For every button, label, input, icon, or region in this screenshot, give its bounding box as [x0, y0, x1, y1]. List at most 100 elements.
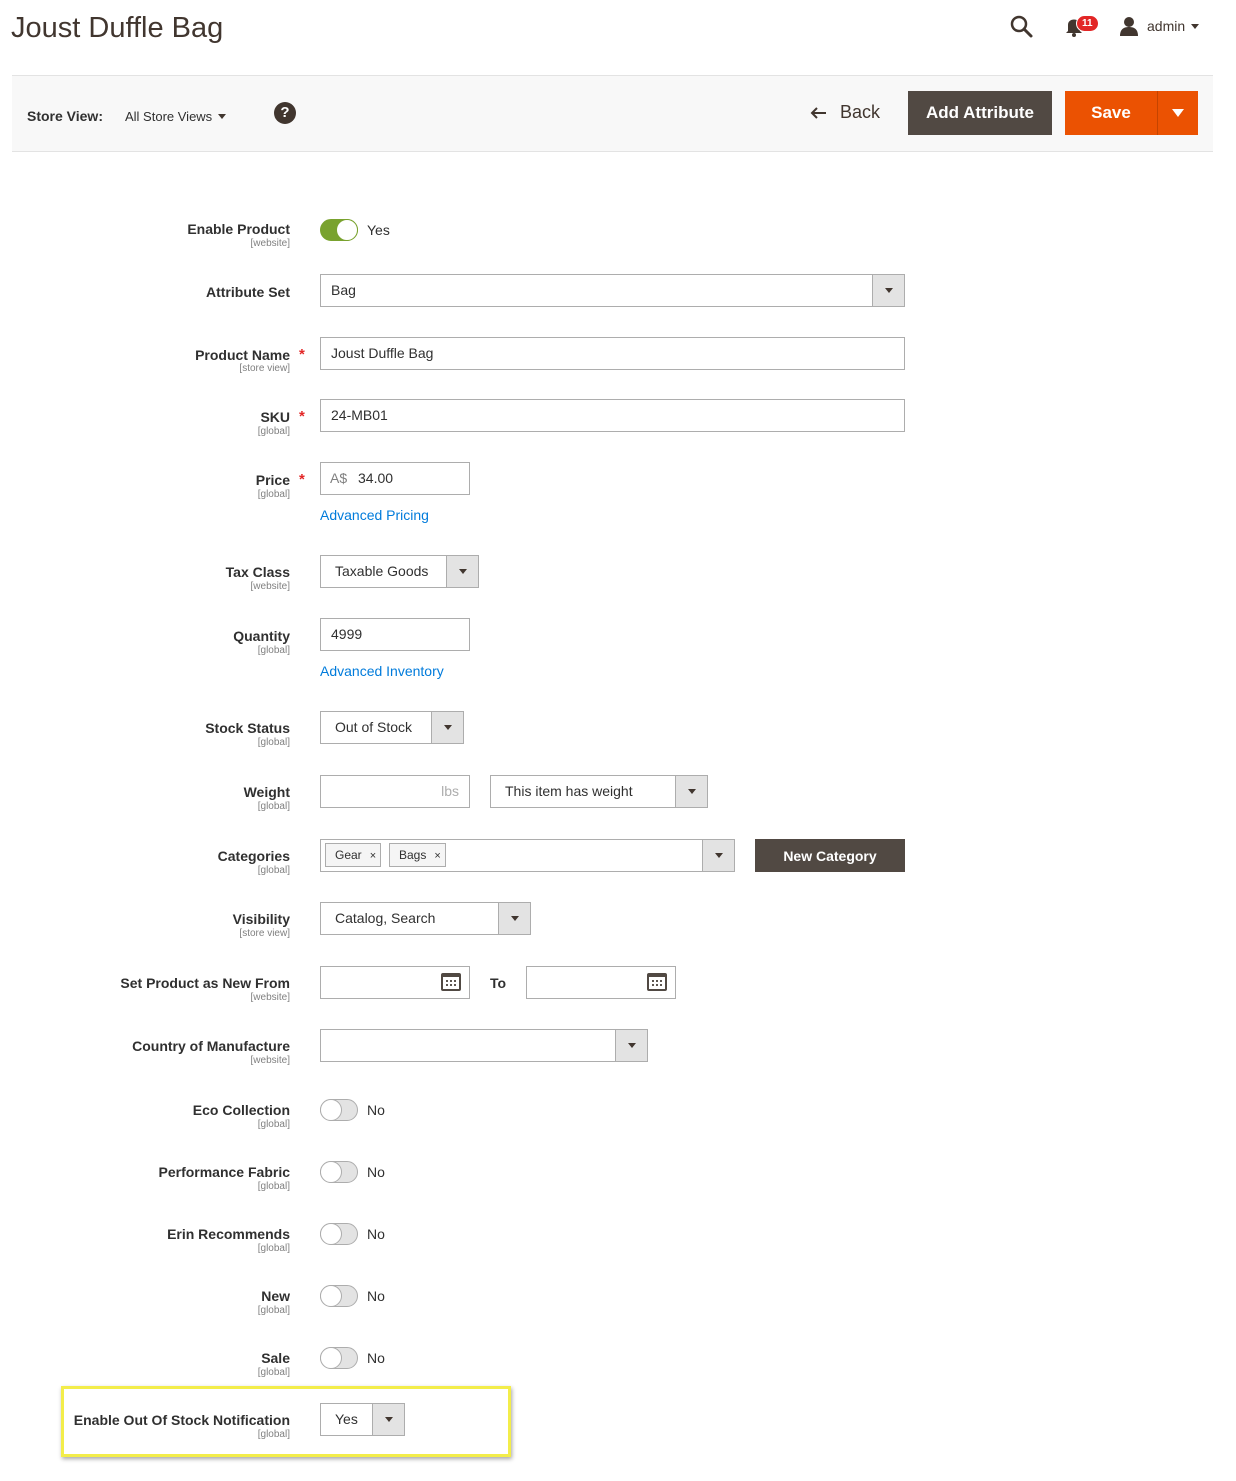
product-name-label: Product Name	[195, 347, 290, 363]
toggle-knob	[320, 1285, 342, 1307]
chevron-down-icon[interactable]	[702, 840, 734, 871]
stock-status-select[interactable]: Out of Stock	[320, 711, 464, 744]
back-arrow-icon[interactable]	[810, 106, 828, 120]
new-state: No	[367, 1288, 385, 1304]
currency-symbol: A$	[330, 470, 348, 486]
remove-tag-icon[interactable]: ×	[434, 850, 440, 862]
country-label: Country of Manufacture	[132, 1038, 290, 1054]
new-to-date-input[interactable]	[526, 966, 676, 999]
new-toggle[interactable]	[320, 1285, 358, 1307]
product-name-input[interactable]: Joust Duffle Bag	[320, 337, 905, 370]
out-of-stock-notification-select[interactable]: Yes	[320, 1403, 405, 1436]
chevron-down-icon[interactable]	[498, 903, 530, 934]
tax-class-label: Tax Class	[225, 564, 290, 580]
notifications-count-badge[interactable]: 11	[1076, 15, 1099, 32]
stock-status-label: Stock Status	[205, 720, 290, 736]
save-options-toggle[interactable]	[1157, 91, 1198, 135]
visibility-label: Visibility	[232, 911, 290, 927]
eco-collection-label: Eco Collection	[192, 1102, 290, 1118]
sku-scope: [global]	[257, 426, 290, 437]
eco-collection-toggle[interactable]	[320, 1099, 358, 1121]
category-tag-label: Bags	[399, 848, 427, 862]
tax-class-scope: [website]	[250, 581, 290, 592]
user-menu-chevron-down-icon[interactable]	[1191, 24, 1199, 29]
product-name-scope: [store view]	[239, 363, 290, 374]
advanced-pricing-link[interactable]: Advanced Pricing	[320, 507, 429, 523]
back-button[interactable]: Back	[840, 102, 880, 123]
price-value: 34.00	[358, 470, 394, 486]
toggle-knob	[320, 1347, 342, 1369]
required-mark: *	[299, 408, 305, 425]
chevron-down-icon[interactable]	[446, 556, 478, 587]
enable-product-scope: [website]	[250, 238, 290, 249]
erin-recommends-label: Erin Recommends	[167, 1226, 290, 1242]
out-of-stock-notification-scope: [global]	[257, 1429, 290, 1440]
performance-fabric-label: Performance Fabric	[158, 1164, 291, 1180]
chevron-down-icon[interactable]	[372, 1404, 404, 1435]
has-weight-select[interactable]: This item has weight	[490, 775, 708, 808]
weight-scope: [global]	[257, 801, 290, 812]
new-from-label: Set Product as New From	[120, 975, 290, 991]
new-from-scope: [website]	[250, 992, 290, 1003]
stock-status-scope: [global]	[257, 737, 290, 748]
tax-class-select[interactable]: Taxable Goods	[320, 555, 479, 588]
calendar-icon[interactable]	[441, 973, 461, 991]
price-label: Price	[255, 472, 290, 488]
categories-scope: [global]	[257, 865, 290, 876]
attribute-set-label: Attribute Set	[206, 284, 290, 300]
country-select[interactable]	[320, 1029, 648, 1062]
has-weight-value: This item has weight	[505, 783, 633, 799]
performance-fabric-toggle[interactable]	[320, 1161, 358, 1183]
categories-multiselect[interactable]: Gear × Bags ×	[320, 839, 735, 872]
weight-unit: lbs	[441, 783, 459, 799]
attribute-set-value: Bag	[331, 282, 356, 298]
toggle-knob	[336, 219, 358, 241]
visibility-select[interactable]: Catalog, Search	[320, 902, 531, 935]
out-of-stock-notification-value: Yes	[335, 1411, 358, 1427]
chevron-down-icon[interactable]	[615, 1030, 647, 1061]
calendar-icon[interactable]	[647, 973, 667, 991]
store-view-chevron-down-icon[interactable]	[218, 114, 226, 119]
erin-recommends-toggle[interactable]	[320, 1223, 358, 1245]
quantity-label: Quantity	[233, 628, 290, 644]
new-category-button[interactable]: New Category	[755, 839, 905, 872]
category-tag-bags: Bags ×	[389, 843, 446, 867]
chevron-down-icon	[1172, 109, 1184, 117]
user-menu-name[interactable]: admin	[1147, 18, 1185, 34]
new-from-date-input[interactable]	[320, 966, 470, 999]
new-scope: [global]	[257, 1305, 290, 1316]
attribute-set-select[interactable]: Bag	[320, 274, 905, 307]
toggle-knob	[320, 1161, 342, 1183]
store-view-label: Store View:	[27, 108, 103, 124]
search-icon[interactable]	[1010, 15, 1034, 39]
eco-collection-scope: [global]	[257, 1119, 290, 1130]
chevron-down-icon[interactable]	[431, 712, 463, 743]
add-attribute-button[interactable]: Add Attribute	[908, 91, 1052, 135]
quantity-input[interactable]: 4999	[320, 618, 470, 651]
categories-label: Categories	[217, 848, 290, 864]
advanced-inventory-link[interactable]: Advanced Inventory	[320, 663, 444, 679]
toggle-knob	[320, 1223, 342, 1245]
help-icon[interactable]: ?	[274, 102, 296, 124]
remove-tag-icon[interactable]: ×	[370, 850, 376, 862]
enable-product-label: Enable Product	[187, 221, 290, 237]
price-input[interactable]: A$ 34.00	[320, 462, 470, 495]
sku-input[interactable]: 24-MB01	[320, 399, 905, 432]
sale-label: Sale	[261, 1350, 290, 1366]
required-mark: *	[299, 471, 305, 488]
chevron-down-icon[interactable]	[675, 776, 707, 807]
page-title: Joust Duffle Bag	[11, 12, 224, 44]
visibility-scope: [store view]	[239, 928, 290, 939]
user-icon[interactable]	[1119, 16, 1139, 36]
out-of-stock-notification-label: Enable Out Of Stock Notification	[73, 1412, 290, 1428]
sale-toggle[interactable]	[320, 1347, 358, 1369]
store-view-switcher[interactable]: All Store Views	[125, 109, 212, 124]
quantity-scope: [global]	[257, 645, 290, 656]
eco-collection-state: No	[367, 1102, 385, 1118]
chevron-down-icon[interactable]	[872, 275, 904, 306]
weight-input[interactable]: lbs	[320, 775, 470, 808]
save-button[interactable]: Save	[1065, 91, 1157, 135]
enable-product-toggle[interactable]	[320, 219, 358, 241]
sale-state: No	[367, 1350, 385, 1366]
price-scope: [global]	[257, 489, 290, 500]
